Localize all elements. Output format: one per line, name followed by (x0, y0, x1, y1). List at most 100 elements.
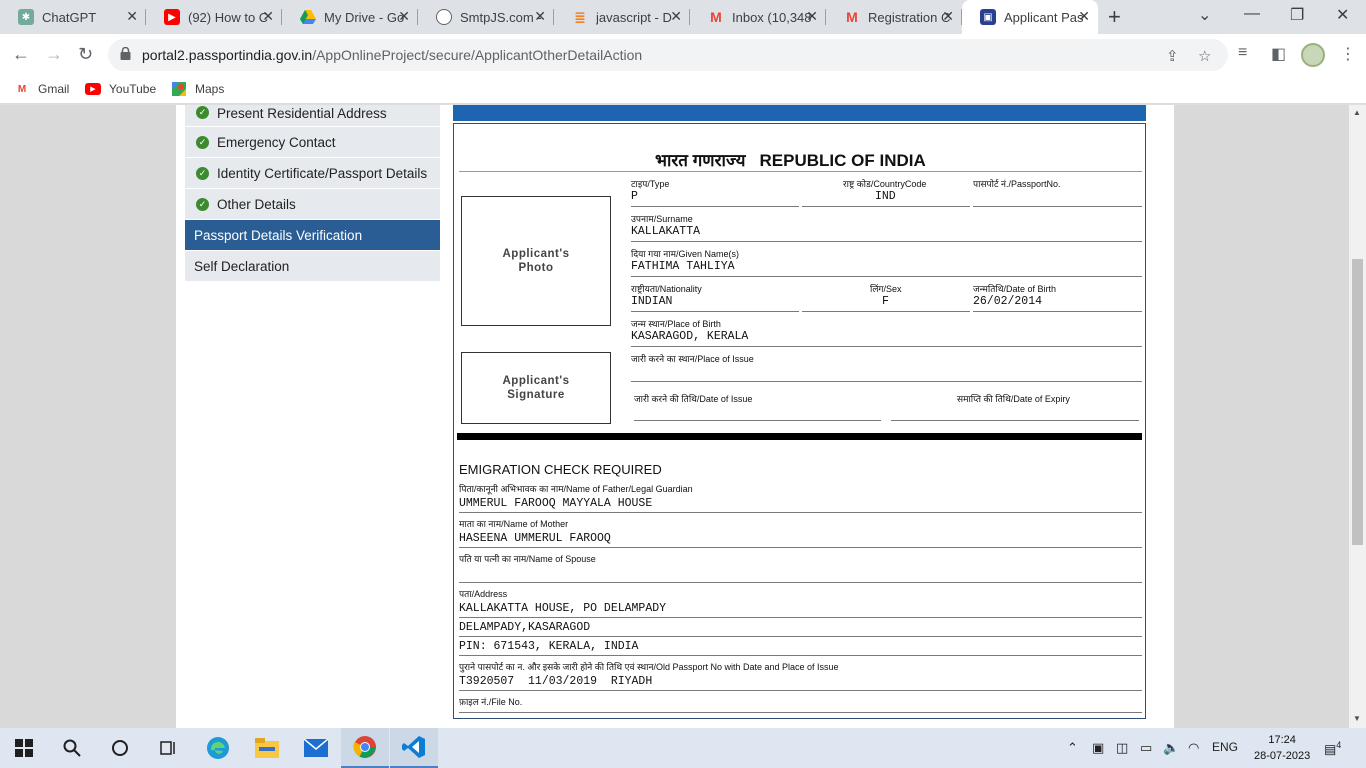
task-view-icon (160, 741, 175, 755)
meet-now-icon[interactable]: ▣ (1092, 740, 1104, 756)
tab-title: (92) How to C (188, 9, 269, 25)
address-bar[interactable]: portal2.passportindia.gov.in/AppOnlinePr… (108, 39, 1228, 71)
start-button[interactable] (0, 728, 48, 768)
tab-applicant-passport[interactable]: ▣ Applicant Pas ✕ (962, 0, 1098, 34)
page-scrollbar[interactable]: ▲ ▼ (1349, 105, 1366, 728)
side-panel-icon[interactable]: ◧ (1271, 44, 1286, 64)
back-icon[interactable]: ← (12, 44, 30, 65)
place-of-issue-label: जारी करने का स्थान/Place of Issue (631, 354, 754, 364)
show-hidden-icons[interactable]: ⌃ (1067, 740, 1078, 756)
chrome-icon (353, 736, 376, 758)
reload-icon[interactable]: ↻ (78, 44, 93, 65)
edge-taskbar-button[interactable] (194, 728, 242, 768)
close-icon[interactable]: ✕ (806, 8, 818, 25)
close-icon[interactable]: ✕ (534, 8, 546, 25)
sidebar-item-identity-certificate[interactable]: ✓ Identity Certificate/Passport Details (185, 158, 440, 189)
sidebar-item-label: Other Details (217, 196, 296, 212)
tab-title: Applicant Pas (1004, 9, 1084, 25)
sidebar-item-passport-verification[interactable]: Passport Details Verification (185, 220, 440, 251)
scroll-up-icon[interactable]: ▲ (1353, 108, 1361, 117)
sidebar-item-emergency-contact[interactable]: ✓ Emergency Contact (185, 127, 440, 158)
photo-label: Applicant's Photo (502, 248, 570, 274)
profile-avatar[interactable] (1301, 43, 1325, 67)
windows-taskbar: ⌃ ▣ ◫ ▭ 🔈 ◠ ENG 17:24 28-07-2023 ▤4 (0, 728, 1366, 768)
bookmark-youtube[interactable]: ▶ YouTube (85, 82, 156, 96)
tab-drive[interactable]: My Drive - Go ✕ (282, 0, 418, 34)
republic-title: भारत गणराज्य REPUBLIC OF INDIA (655, 148, 926, 171)
battery-icon[interactable]: ▭ (1140, 740, 1152, 756)
bookmark-maps[interactable]: Maps (171, 82, 224, 96)
close-icon[interactable]: ✕ (398, 8, 410, 25)
tab-stackoverflow[interactable]: ≣ javascript - D ✕ (554, 0, 690, 34)
stackoverflow-icon: ≣ (574, 8, 586, 25)
old-passport-value: T3920507 11/03/2019 RIYADH (459, 675, 653, 688)
wifi-icon[interactable]: ◠ (1188, 740, 1199, 756)
mother-name-value: HASEENA UMMERUL FAROOQ (459, 532, 611, 545)
close-icon[interactable]: ✕ (670, 8, 682, 25)
file-explorer-taskbar-button[interactable] (243, 728, 291, 768)
tab-gmail-inbox[interactable]: M Inbox (10,348 ✕ (690, 0, 826, 34)
minimize-icon[interactable]: — (1244, 5, 1260, 23)
vscode-taskbar-button[interactable] (390, 728, 438, 768)
close-icon[interactable]: ✕ (126, 8, 138, 25)
applicant-photo-placeholder: Applicant's Photo (461, 196, 611, 326)
cortana-button[interactable] (96, 728, 144, 768)
reading-list-icon[interactable]: ≡ (1238, 44, 1247, 62)
task-view-button[interactable] (144, 728, 192, 768)
sidebar-item-label: Passport Details Verification (194, 227, 363, 243)
bookmark-label: Maps (195, 82, 225, 96)
given-name-label: दिया गया नाम/Given Name(s) (631, 249, 740, 259)
address-label: पता/Address (459, 589, 508, 599)
window-close-icon[interactable]: ✕ (1336, 5, 1349, 25)
menu-kebab-icon[interactable]: ⋮ (1340, 44, 1356, 64)
tab-chatgpt[interactable]: ✱ ChatGPT ✕ (0, 0, 146, 34)
check-circle-icon: ✓ (196, 166, 209, 180)
lock-icon[interactable] (120, 46, 131, 60)
folder-icon (255, 738, 279, 758)
mail-taskbar-button[interactable] (292, 728, 340, 768)
close-icon[interactable]: ✕ (262, 8, 274, 25)
share-icon[interactable]: ⇪ (1166, 47, 1179, 65)
forward-icon[interactable]: → (45, 44, 63, 65)
bookmark-star-icon[interactable]: ☆ (1198, 47, 1211, 65)
mother-name-label: माता का नाम/Name of Mother (459, 519, 569, 529)
tab-youtube[interactable]: ▶ (92) How to C ✕ (146, 0, 282, 34)
close-icon[interactable]: ✕ (1078, 8, 1090, 25)
new-tab-icon[interactable]: + (1108, 4, 1121, 30)
republic-title-english: REPUBLIC OF INDIA (759, 151, 926, 170)
scrollbar-thumb[interactable] (1352, 259, 1363, 545)
tab-title: Inbox (10,348 (732, 9, 812, 25)
republic-title-hindi: भारत गणराज्य (655, 151, 746, 170)
date-of-issue-label: जारी करने की तिथि/Date of Issue (634, 394, 753, 404)
sidebar-item-other-details[interactable]: ✓ Other Details (185, 189, 440, 220)
section-header-bar (453, 105, 1146, 121)
gmail-icon: M (710, 9, 722, 25)
restore-icon[interactable]: ❐ (1290, 5, 1304, 25)
search-button[interactable] (48, 728, 96, 768)
address-line-2: DELAMPADY,KASARAGOD (459, 621, 591, 634)
check-circle-icon: ✓ (196, 106, 209, 119)
tab-gmail-registration[interactable]: M Registration C ✕ (826, 0, 962, 34)
sidebar-item-label: Present Residential Address (217, 106, 387, 121)
chrome-taskbar-button[interactable] (341, 728, 389, 768)
network-status-icon[interactable]: ◫ (1116, 740, 1128, 756)
sidebar-item-present-address[interactable]: ✓ Present Residential Address (185, 105, 440, 127)
url-host: portal2.passportindia.gov.in (142, 47, 313, 63)
dob-label: जन्मतिथि/Date of Birth (973, 284, 1056, 294)
volume-icon[interactable]: 🔈 (1163, 740, 1179, 756)
address-line-1: KALLAKATTA HOUSE, PO DELAMPADY (459, 602, 667, 615)
notification-center-icon[interactable]: ▤4 (1324, 740, 1341, 757)
tab-smtpjs[interactable]: SmtpJS.com - ✕ (418, 0, 554, 34)
date-of-expiry-label: समाप्ति की तिथि/Date of Expiry (957, 394, 1070, 404)
close-icon[interactable]: ✕ (942, 8, 954, 25)
input-language[interactable]: ENG (1212, 740, 1238, 754)
tab-search-icon[interactable]: ⌄ (1198, 5, 1211, 25)
bookmark-gmail[interactable]: M Gmail (14, 82, 70, 96)
tab-title: ChatGPT (42, 9, 97, 25)
url-text[interactable]: portal2.passportindia.gov.in/AppOnlinePr… (142, 47, 642, 63)
system-clock[interactable]: 17:24 28-07-2023 (1254, 732, 1310, 764)
sidebar-item-self-declaration[interactable]: Self Declaration (185, 251, 440, 282)
country-code-value: IND (875, 190, 896, 203)
scroll-down-icon[interactable]: ▼ (1353, 714, 1361, 723)
gmail-icon: M (17, 83, 27, 95)
